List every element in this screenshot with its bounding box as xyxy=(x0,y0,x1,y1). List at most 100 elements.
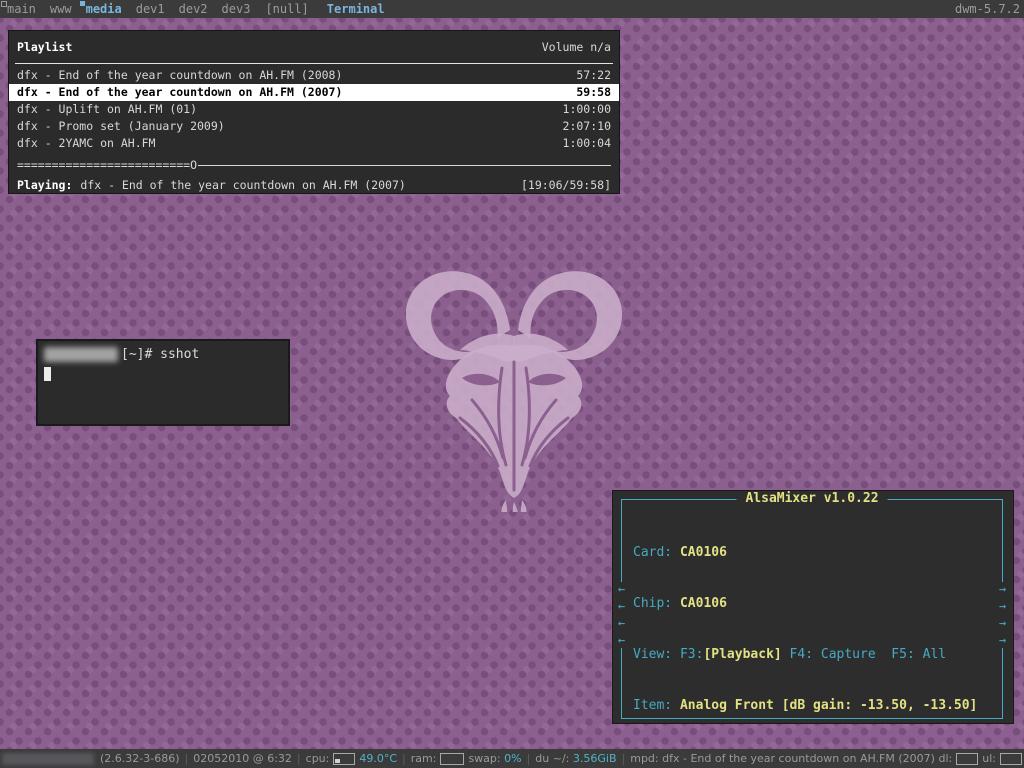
tag-indicator xyxy=(80,1,85,6)
alsamixer-frame: AlsaMixer v1.0.22 Card: CA0106 Chip: CA0… xyxy=(621,499,1003,719)
track-time: 57:22 xyxy=(576,67,611,84)
swap-value: 0% xyxy=(504,752,521,765)
separator: | xyxy=(527,752,531,765)
playlist-track-row[interactable]: dfx - Promo set (January 2009) 2:07:10 xyxy=(9,118,619,135)
card-value: CA0106 xyxy=(680,545,727,560)
terminal-prompt: [~]# xyxy=(121,347,152,362)
scroll-left-arrows: ← ← ← ← xyxy=(615,582,628,648)
track-time: 2:07:10 xyxy=(563,118,611,135)
terminal-command-text: sshot xyxy=(160,347,199,362)
tag-label: dev3 xyxy=(222,2,251,16)
tag-dev3[interactable]: dev3 xyxy=(215,0,258,18)
terminal-window[interactable]: [~]# sshot xyxy=(36,339,290,426)
tag-label: www xyxy=(50,2,72,16)
alsamixer-window[interactable]: AlsaMixer v1.0.22 Card: CA0106 Chip: CA0… xyxy=(612,490,1014,724)
playlist-title: Playlist xyxy=(17,39,72,55)
tag-dev1[interactable]: dev1 xyxy=(129,0,172,18)
terminal-command xyxy=(152,347,160,362)
ram-meter-icon xyxy=(440,753,464,765)
gnu-logo xyxy=(394,250,634,512)
arrow-left-icon: ← xyxy=(615,582,628,597)
playlist-track-row[interactable]: dfx - 2YAMC on AH.FM1:00:04 xyxy=(9,135,619,152)
ul-label: ul: xyxy=(982,752,996,765)
playback-progress-bar[interactable]: =========================O xyxy=(9,158,619,172)
chip-line: Chip: CA0106 xyxy=(633,595,1002,612)
focused-window-title: Terminal xyxy=(327,2,385,16)
playlist-track-row[interactable]: dfx - End of the year countdown on AH.FM… xyxy=(9,67,619,84)
arrow-left-icon: ← xyxy=(615,616,628,631)
track-time: 1:00:00 xyxy=(563,101,611,118)
tag-www[interactable]: www xyxy=(43,0,79,18)
tag-media[interactable]: media xyxy=(79,0,129,18)
dl-meter-icon xyxy=(956,753,978,765)
alsamixer-info: Card: CA0106 Chip: CA0106 View: F3:[Play… xyxy=(622,500,1002,748)
dl-label: dl: xyxy=(939,752,953,765)
layout-symbol[interactable]: [null] xyxy=(257,2,316,16)
playlist-header: Playlist Volume n/a xyxy=(9,31,619,55)
separator: | xyxy=(185,752,189,765)
network-meters: dl: ul: xyxy=(939,752,1022,765)
tag-label: dev1 xyxy=(136,2,165,16)
mpd-now-playing: dfx - End of the year countdown on AH.FM… xyxy=(662,752,935,765)
wm-version: dwm-5.7.2 xyxy=(955,2,1020,16)
cpu-temp: 49.0°C xyxy=(359,752,397,765)
track-name: dfx - End of the year countdown on AH.FM… xyxy=(17,84,342,101)
redacted-host-blob xyxy=(2,753,94,765)
ul-meter-icon xyxy=(1000,753,1022,765)
dwm-top-bar: mainwww media dev1 dev2 dev3 [null] Terminal… xyxy=(0,0,1024,18)
separator: | xyxy=(297,752,301,765)
playlist-track-row[interactable]: dfx - Uplift on AH.FM (01) 1:00:00 xyxy=(9,101,619,118)
tag-list: mainwww media dev1 dev2 dev3 xyxy=(0,0,257,18)
track-name: dfx - End of the year countdown on AH.FM… xyxy=(17,67,342,84)
track-name: dfx - 2YAMC on AH.FM xyxy=(17,135,155,152)
du-value: 3.56GiB xyxy=(573,752,617,765)
ram-label: ram: xyxy=(411,752,437,765)
status-bar: (2.6.32-3-686) | 02052010 @ 6:32 | cpu: … xyxy=(0,749,1024,768)
terminal-cursor xyxy=(44,367,51,381)
header-separator xyxy=(15,63,613,64)
view-mode: [Playback] xyxy=(703,647,781,662)
kernel-version: (2.6.32-3-686) xyxy=(100,752,180,765)
progress-remaining-line xyxy=(198,165,611,166)
tag-label: main xyxy=(7,2,36,16)
progress-filled: =========================O xyxy=(17,158,197,172)
tag-label: dev2 xyxy=(179,2,208,16)
arrow-right-icon: → xyxy=(996,633,1009,648)
view-f3-key: F3: xyxy=(680,647,703,662)
cpu-label: cpu: xyxy=(306,752,330,765)
mpd-playlist-window[interactable]: Playlist Volume n/a dfx - End of the yea… xyxy=(8,30,620,194)
arrow-right-icon: → xyxy=(996,616,1009,631)
playlist-track-list: dfx - End of the year countdown on AH.FM… xyxy=(9,67,619,152)
desktop: mainwww media dev1 dev2 dev3 [null] Terminal… xyxy=(0,0,1024,768)
separator: | xyxy=(622,752,626,765)
view-other-keys: F4: Capture F5: All xyxy=(782,647,946,662)
now-playing-status: Playing: dfx - End of the year countdown… xyxy=(9,177,619,193)
arrow-left-icon: ← xyxy=(615,599,628,614)
du-label: du ~/: xyxy=(535,752,569,765)
arrow-left-icon: ← xyxy=(615,633,628,648)
arrow-right-icon: → xyxy=(996,582,1009,597)
volume-label: Volume n/a xyxy=(542,39,611,55)
datetime: 02052010 @ 6:32 xyxy=(193,752,292,765)
swap-label: swap: xyxy=(468,752,500,765)
tag-label: media xyxy=(86,2,122,16)
playing-track: dfx - End of the year countdown on AH.FM… xyxy=(80,177,405,193)
arrow-right-icon: → xyxy=(996,599,1009,614)
tag-indicator xyxy=(1,1,7,7)
track-name: dfx - Promo set (January 2009) xyxy=(17,118,225,135)
mpd-label: mpd: xyxy=(630,752,658,765)
separator: | xyxy=(402,752,406,765)
item-line: Item: Analog Front [dB gain: -13.50, -13… xyxy=(633,697,1002,714)
redacted-hostname xyxy=(44,347,118,362)
scroll-right-arrows: → → → → xyxy=(996,582,1009,648)
playing-label: Playing: xyxy=(17,177,72,193)
alsamixer-title: AlsaMixer v1.0.22 xyxy=(736,491,887,506)
chip-value: CA0106 xyxy=(680,596,727,611)
view-line: View: F3:[Playback] F4: Capture F5: All xyxy=(633,646,1002,663)
tag-dev2[interactable]: dev2 xyxy=(172,0,215,18)
track-name: dfx - Uplift on AH.FM (01) xyxy=(17,101,197,118)
track-time: 59:58 xyxy=(576,84,611,101)
terminal-prompt-line: [~]# sshot xyxy=(44,346,282,362)
playlist-track-row[interactable]: dfx - End of the year countdown on AH.FM… xyxy=(9,84,619,101)
tag-main[interactable]: main xyxy=(0,0,43,18)
